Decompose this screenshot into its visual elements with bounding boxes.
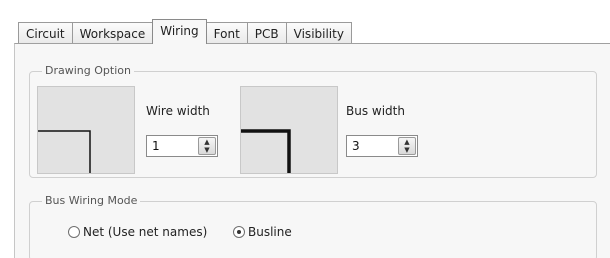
busline-radio-button[interactable] — [233, 226, 245, 238]
bus-width-label: Bus width — [346, 104, 405, 118]
tab-font[interactable]: Font — [205, 22, 248, 44]
bus-width-spin-buttons[interactable]: ▲ ▼ — [398, 137, 416, 155]
drawing-option-title: Drawing Option — [42, 63, 134, 79]
preferences-window: Circuit Workspace Wiring Font PCB Visibi… — [0, 0, 610, 258]
tab-wiring[interactable]: Wiring — [152, 19, 207, 44]
bus-width-spinbox[interactable]: 3 ▲ ▼ — [346, 135, 418, 157]
bus-wiring-mode-group: Bus Wiring Mode Net (Use net names) Busl… — [29, 193, 597, 258]
bus-width-preview — [240, 86, 338, 174]
bus-wiring-mode-title: Bus Wiring Mode — [42, 193, 141, 209]
tab-strip: Circuit Workspace Wiring Font PCB Visibi… — [18, 19, 352, 44]
net-radio-button[interactable] — [68, 226, 80, 238]
tab-circuit[interactable]: Circuit — [18, 22, 73, 44]
bus-width-value: 3 — [352, 139, 360, 153]
wiring-tab-panel: Drawing Option Wire width 1 ▲ ▼ Bus widt — [14, 43, 610, 258]
wire-width-value: 1 — [152, 139, 160, 153]
tab-pcb[interactable]: PCB — [246, 22, 287, 44]
net-radio-option[interactable]: Net (Use net names) — [68, 225, 207, 239]
wire-width-preview — [37, 86, 135, 174]
spin-down-icon[interactable]: ▼ — [399, 146, 415, 154]
wire-width-spinbox[interactable]: 1 ▲ ▼ — [146, 135, 218, 157]
spin-up-icon[interactable]: ▲ — [199, 138, 215, 146]
spin-down-icon[interactable]: ▼ — [199, 146, 215, 154]
tab-visibility[interactable]: Visibility — [285, 22, 352, 44]
busline-radio-option[interactable]: Busline — [233, 225, 292, 239]
tab-workspace[interactable]: Workspace — [71, 22, 154, 44]
wire-width-spin-buttons[interactable]: ▲ ▼ — [198, 137, 216, 155]
wire-width-label: Wire width — [146, 104, 210, 118]
wire-preview-graphic — [38, 130, 91, 173]
drawing-option-group: Drawing Option Wire width 1 ▲ ▼ Bus widt — [29, 63, 597, 178]
busline-radio-label[interactable]: Busline — [248, 225, 292, 239]
bus-preview-graphic — [241, 129, 291, 173]
net-radio-label[interactable]: Net (Use net names) — [83, 225, 207, 239]
spin-up-icon[interactable]: ▲ — [399, 138, 415, 146]
